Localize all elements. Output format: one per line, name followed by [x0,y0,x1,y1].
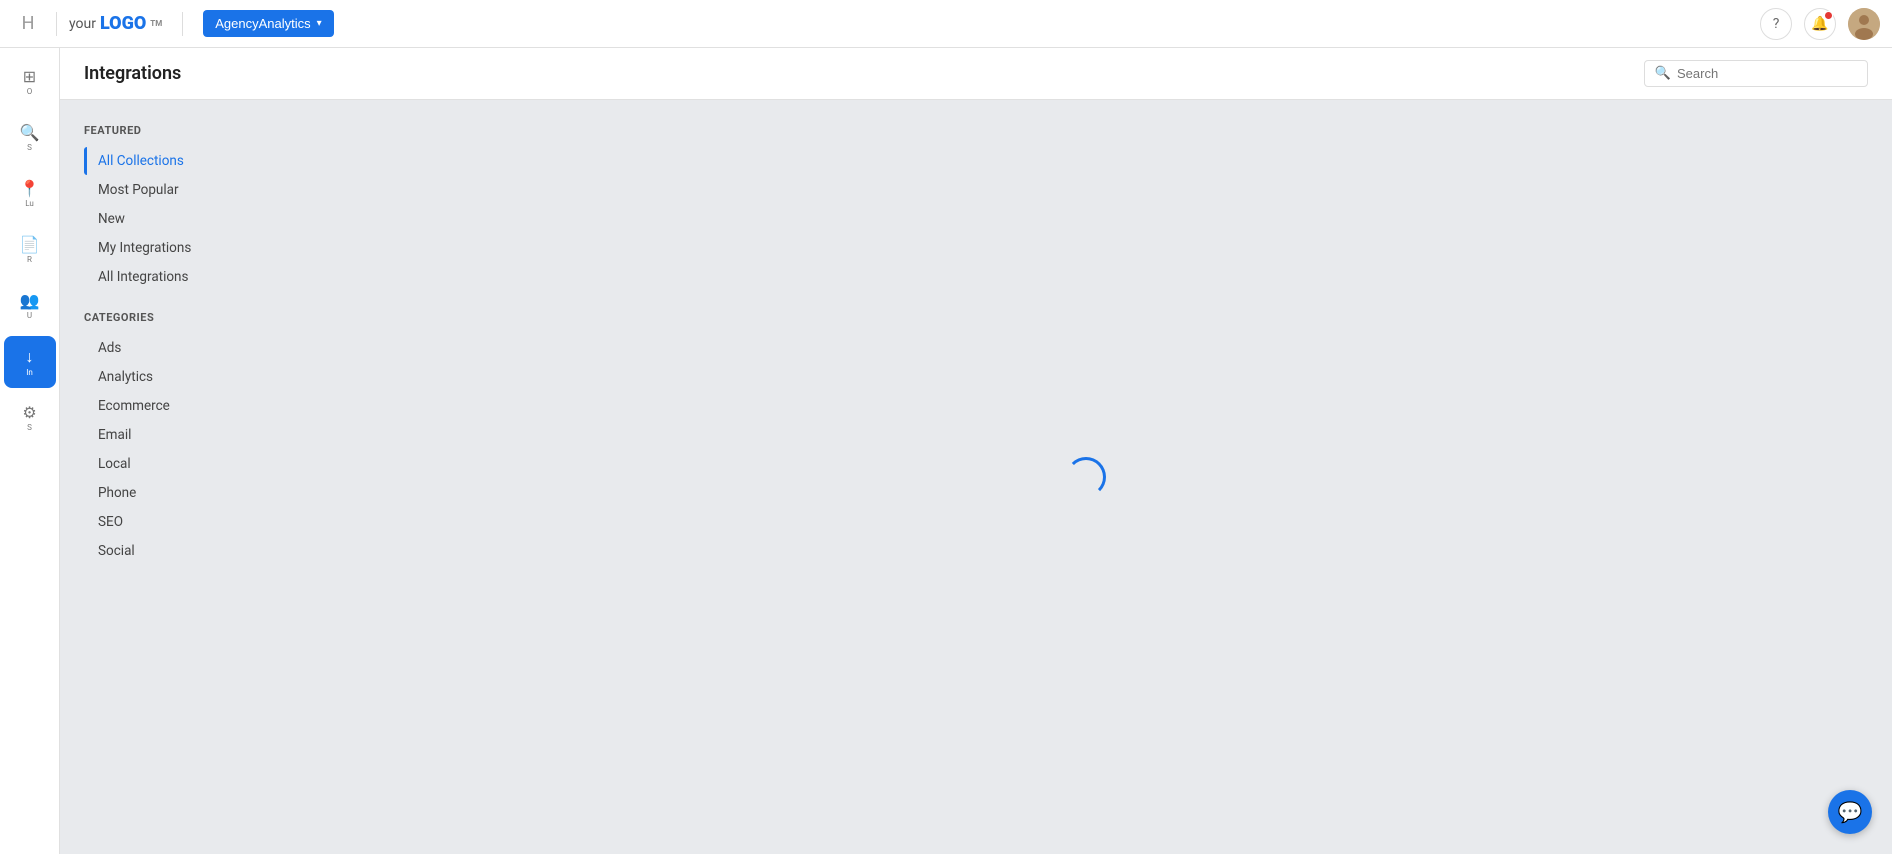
content-area: Integrations 🔍 FEATURED All Collections … [60,48,1892,854]
logo-tm: TM [150,19,162,28]
user-avatar[interactable] [1848,8,1880,40]
sidebar-item-location[interactable]: 📍 Lu [4,168,56,220]
reports-icon: 📄 [20,235,40,254]
search-input[interactable] [1677,66,1857,81]
nav-item-email[interactable]: Email [84,421,280,449]
users-icon: 👥 [20,291,40,310]
loading-spinner [1066,457,1106,497]
integrations-main-content [280,100,1892,854]
question-icon: ? [1773,16,1780,32]
page-header: Integrations 🔍 [60,48,1892,100]
help-button[interactable]: ? [1760,8,1792,40]
logo-text: LOGO [100,13,146,34]
integrations-body: FEATURED All Collections Most Popular Ne… [60,100,1892,854]
main-area: ⊞ O 🔍 S 📍 Lu 📄 R 👥 U ↓ In ⚙ S [0,48,1892,854]
chat-fab-button[interactable]: 💬 [1828,790,1872,834]
agency-analytics-button[interactable]: AgencyAnalytics ▾ [203,10,333,37]
home-nav-icon[interactable]: H [12,8,44,40]
sidebar-item-reports[interactable]: 📄 R [4,224,56,276]
page-title: Integrations [84,63,181,84]
bell-icon: 🔔 [1811,16,1828,32]
nav-right-area: ? 🔔 [1760,8,1880,40]
sidebar-item-search[interactable]: 🔍 S [4,112,56,164]
featured-section-title: FEATURED [84,124,280,137]
nav-divider-2 [182,12,183,36]
nav-item-my-integrations[interactable]: My Integrations [84,234,280,262]
search-icon: 🔍 [1655,66,1671,81]
logo-area: yourLOGO TM [69,13,162,34]
nav-item-all-collections[interactable]: All Collections [84,147,280,175]
top-navbar: H yourLOGO TM AgencyAnalytics ▾ ? 🔔 [0,0,1892,48]
sidebar-item-settings[interactable]: ⚙ S [4,392,56,444]
nav-item-ads[interactable]: Ads [84,334,280,362]
integrations-icon: ↓ [26,347,34,367]
settings-icon: ⚙ [22,403,36,422]
search-icon: 🔍 [20,123,40,142]
dashboard-icon: ⊞ [23,67,36,86]
nav-item-new[interactable]: New [84,205,280,233]
location-icon: 📍 [20,179,40,198]
nav-item-local[interactable]: Local [84,450,280,478]
nav-divider [56,12,57,36]
integrations-left-nav: FEATURED All Collections Most Popular Ne… [60,100,280,854]
notifications-button[interactable]: 🔔 [1804,8,1836,40]
sidebar-item-dashboard[interactable]: ⊞ O [4,56,56,108]
nav-item-seo[interactable]: SEO [84,508,280,536]
logo-your: your [69,16,96,32]
nav-item-phone[interactable]: Phone [84,479,280,507]
agency-btn-label: AgencyAnalytics [215,16,310,31]
search-container: 🔍 [1644,60,1868,87]
nav-item-analytics[interactable]: Analytics [84,363,280,391]
avatar-image [1848,8,1880,40]
nav-item-social[interactable]: Social [84,537,280,565]
nav-item-most-popular[interactable]: Most Popular [84,176,280,204]
categories-section-title: CATEGORIES [84,311,280,324]
sidebar-item-users[interactable]: 👥 U [4,280,56,332]
left-sidebar: ⊞ O 🔍 S 📍 Lu 📄 R 👥 U ↓ In ⚙ S [0,48,60,854]
sidebar-item-integrations[interactable]: ↓ In [4,336,56,388]
nav-item-all-integrations[interactable]: All Integrations [84,263,280,291]
chevron-down-icon: ▾ [317,18,322,29]
chat-icon: 💬 [1838,800,1863,824]
nav-item-ecommerce[interactable]: Ecommerce [84,392,280,420]
